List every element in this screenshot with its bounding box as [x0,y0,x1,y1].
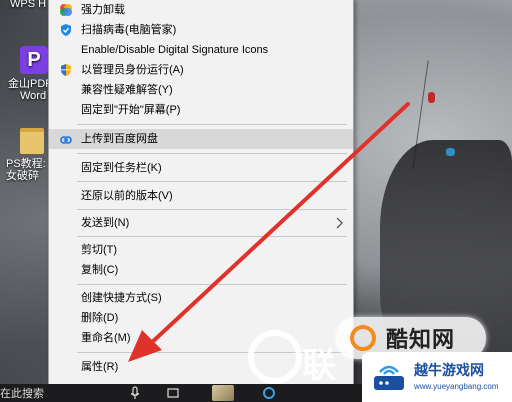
badge-url: www.yueyangbang.com [414,382,499,391]
badge-name: 越牛游戏网 [414,362,484,378]
desktop-icon-pdf[interactable]: P 金山PDF Word [8,46,52,102]
folder-icon [20,128,44,154]
menu-item-label: 删除(D) [81,312,119,324]
menu-item-restore-versions[interactable]: 还原以前的版本(V) [49,186,353,206]
menu-item-label: 复制(C) [81,264,119,276]
menu-item-pin-start[interactable]: 固定到"开始"屏幕(P) [49,100,353,120]
desktop-icon-label: PS教程: [6,158,46,170]
watermark-center-text: 联 [302,347,338,385]
desktop-icon-label: WPS H [10,0,47,10]
cortana-icon[interactable] [262,386,276,400]
climber-red [428,92,435,103]
menu-item-label: 兼容性疑难解答(Y) [81,84,173,96]
menu-item-label: 上传到百度网盘 [81,133,158,145]
taskbar-app-icon[interactable] [212,385,234,401]
desktop-icon-label: 金山PDF [8,78,52,90]
menu-separator [77,284,347,285]
menu-item-label: 固定到"开始"屏幕(P) [81,104,181,116]
menu-item-scan-virus[interactable]: 扫描病毒(电脑管家) [49,20,353,40]
climber-blue [446,148,455,156]
context-menu: 强力卸载 扫描病毒(电脑管家) Enable/Disable Digital S… [48,0,354,386]
watermark-text: 酷知网 [386,327,456,352]
task-view-icon[interactable] [166,386,180,400]
watermark-logo-icon [248,330,302,384]
chevron-right-icon [336,217,343,229]
kuzhi-logo-icon [350,325,376,351]
baidu-cloud-icon [60,136,72,144]
menu-separator [77,236,347,237]
microphone-icon[interactable] [130,386,140,400]
menu-item-compat-troubleshoot[interactable]: 兼容性疑难解答(Y) [49,80,353,100]
desktop-icon-ps[interactable]: PS教程: 女破碎 [6,128,46,182]
uac-shield-icon [61,64,71,76]
router-logo-icon [374,365,404,390]
menu-item-label: 扫描病毒(电脑管家) [81,24,177,36]
menu-item-label: 以管理员身份运行(A) [81,64,184,76]
pdf-app-icon: P [20,46,48,74]
menu-separator [77,153,347,154]
desktop-icon-wps[interactable]: WPS H [10,0,46,10]
menu-item-delete[interactable]: 删除(D) [49,308,353,328]
menu-item-send-to[interactable]: 发送到(N) [49,213,353,233]
menu-item-run-as-admin[interactable]: 以管理员身份运行(A) [49,60,353,80]
menu-item-label: 属性(R) [81,361,119,373]
menu-item-cut[interactable]: 剪切(T) [49,240,353,260]
menu-item-copy[interactable]: 复制(C) [49,260,353,280]
menu-item-force-uninstall[interactable]: 强力卸载 [49,0,353,20]
menu-item-label: 创建快捷方式(S) [81,292,162,304]
menu-item-label: 剪切(T) [81,244,118,256]
menu-item-label: 强力卸载 [81,4,125,16]
menu-item-create-shortcut[interactable]: 创建快捷方式(S) [49,288,353,308]
taskbar-search-text[interactable]: 在此搜索 [0,385,44,401]
menu-item-label: 还原以前的版本(V) [81,190,173,202]
menu-separator [77,124,347,125]
menu-item-label: 发送到(N) [81,217,130,229]
colorful-circle-icon [60,4,72,16]
brand-badge: 越牛游戏网 www.yueyangbang.com [362,352,512,402]
menu-item-pin-taskbar[interactable]: 固定到任务栏(K) [49,158,353,178]
menu-item-label: Enable/Disable Digital Signature Icons [81,44,269,56]
desktop-icon-label: 女破碎 [6,170,39,182]
menu-separator [77,181,347,182]
menu-item-digital-signature[interactable]: Enable/Disable Digital Signature Icons [49,40,353,60]
menu-item-label: 固定到任务栏(K) [81,162,162,174]
menu-separator [77,209,347,210]
menu-item-upload-baidu[interactable]: 上传到百度网盘 [49,129,353,149]
menu-item-label: 重命名(M) [81,332,131,344]
shield-icon [61,24,71,36]
